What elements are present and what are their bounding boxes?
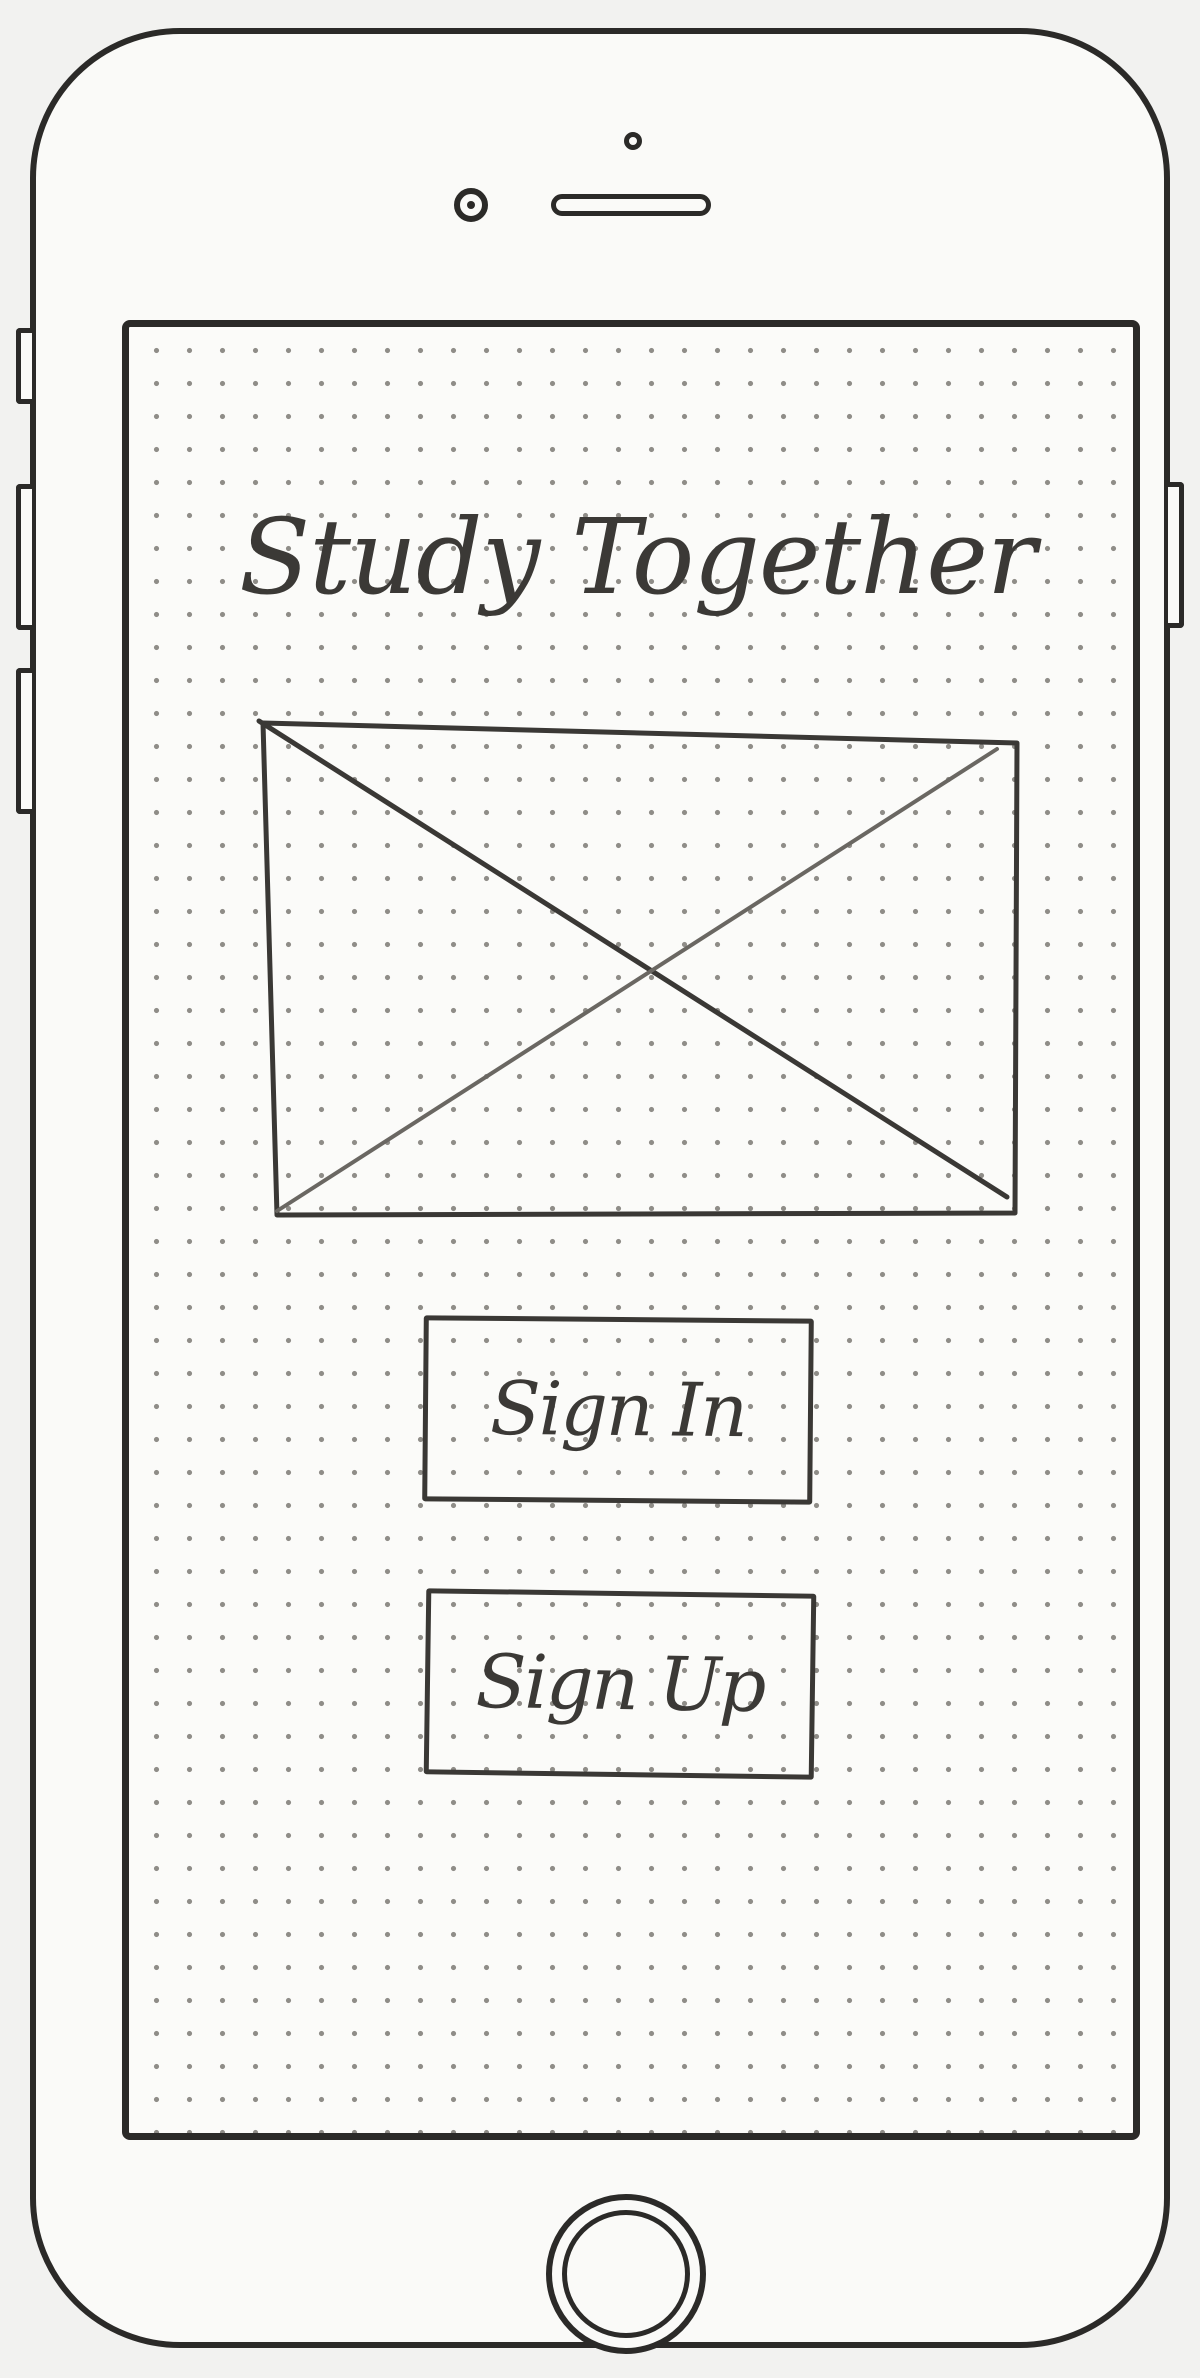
sign-in-button[interactable]: Sign In <box>422 1315 814 1505</box>
mute-switch-icon <box>16 328 32 404</box>
volume-down-icon <box>16 668 32 814</box>
proximity-sensor-icon <box>454 188 488 222</box>
image-placeholder-icon <box>256 718 1020 1218</box>
earpiece-speaker-icon <box>551 194 711 216</box>
home-button-icon[interactable] <box>546 2194 706 2354</box>
sign-up-button[interactable]: Sign Up <box>423 1588 817 1780</box>
power-button-icon <box>1168 482 1184 628</box>
app-screen: Study Together Sign In Sign Up <box>122 320 1140 2140</box>
image-placeholder <box>249 717 1029 1225</box>
volume-up-icon <box>16 484 32 630</box>
app-title: Study Together <box>239 496 1036 618</box>
phone-frame: Study Together Sign In Sign Up <box>30 28 1170 2354</box>
front-camera-icon <box>624 132 642 150</box>
